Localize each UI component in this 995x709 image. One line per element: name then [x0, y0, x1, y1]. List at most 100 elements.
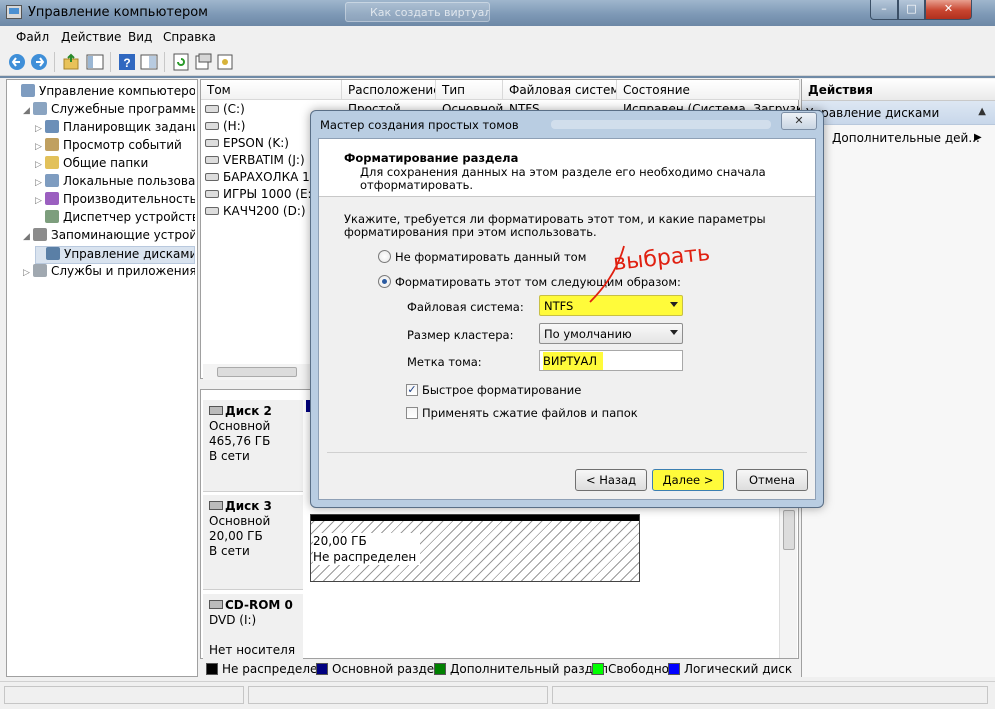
tree-item-label: Управление компьютером (л: [39, 84, 195, 98]
legend-item: Логический диск: [668, 662, 792, 676]
cancel-button[interactable]: Отмена: [736, 469, 808, 491]
table-cell: EPSON (K:): [223, 136, 289, 150]
tree-item[interactable]: ◢ Запоминающие устройст: [23, 228, 195, 246]
cluster-size-select[interactable]: По умолчанию: [539, 323, 683, 344]
up-folder-icon[interactable]: [62, 53, 80, 71]
column-header-filesystem[interactable]: Файловая система: [503, 80, 617, 100]
tree-item[interactable]: ▷ Производительность: [35, 192, 195, 210]
back-button[interactable]: < Назад: [575, 469, 647, 491]
radio-format[interactable]: [378, 275, 391, 288]
folder-icon: [45, 156, 59, 169]
tree-item-label: Локальные пользовате: [63, 174, 195, 188]
menu-file[interactable]: Файл: [16, 30, 49, 44]
menu-bar: Файл Действие Вид Справка: [0, 26, 995, 48]
tree-item-label: Управление дисками: [64, 247, 195, 261]
cdrom-label[interactable]: CD-ROM 0 DVD (I:) Нет носителя: [203, 594, 303, 660]
minimize-button[interactable]: –: [870, 0, 898, 20]
services-icon: [33, 264, 47, 277]
table-cell: (C:): [223, 102, 245, 116]
expand-toggle-icon[interactable]: ▷: [35, 142, 45, 152]
tree-item-label: Планировщик заданий: [63, 120, 195, 134]
menu-help[interactable]: Справка: [163, 30, 216, 44]
vertical-scrollbar[interactable]: [779, 490, 797, 658]
expand-toggle-icon[interactable]: ▷: [35, 124, 45, 134]
dialog-subheading: Для сохранения данных на этом разделе ег…: [360, 165, 766, 192]
expand-toggle-icon[interactable]: ◢: [23, 232, 33, 242]
export-icon[interactable]: [194, 53, 212, 71]
drive-icon: [205, 156, 219, 164]
tree-item-label: Служебные программы: [51, 102, 195, 116]
menu-view[interactable]: Вид: [128, 30, 152, 44]
actions-section-disk-management[interactable]: Управление дисками ▲: [802, 101, 995, 125]
forward-arrow-icon[interactable]: [30, 53, 48, 71]
column-header-volume[interactable]: Том: [201, 80, 342, 100]
close-button[interactable]: ✕: [925, 0, 972, 20]
disk-3-label[interactable]: Диск 3 Основной 20,00 ГБ В сети: [203, 495, 303, 590]
expand-toggle-icon[interactable]: ◢: [23, 106, 33, 116]
next-button[interactable]: Далее >: [652, 469, 724, 491]
window-title: Управление компьютером: [28, 5, 208, 20]
clock-icon: [45, 120, 59, 133]
title-bar[interactable]: Управление компьютером Как создать вирту…: [0, 0, 995, 26]
tree-item[interactable]: ▷ Локальные пользовате: [35, 174, 195, 192]
unallocated-partition[interactable]: 20,00 ГБ Не распределен: [310, 514, 640, 582]
tree-item-label: Диспетчер устройств: [63, 210, 195, 224]
actions-header: Действия: [802, 79, 995, 101]
volume-label-input[interactable]: ВИРТУАЛ: [539, 350, 683, 371]
volume-label-label: Метка тома:: [407, 355, 482, 369]
tree-item-label: Запоминающие устройст: [51, 228, 195, 242]
dialog-header: Форматирование раздела Для сохранения да…: [319, 139, 815, 197]
more-actions-link[interactable]: Дополнительные дей...: [832, 131, 980, 145]
tree-item[interactable]: Управление компьютером (л: [11, 84, 195, 102]
cluster-size-label: Размер кластера:: [407, 328, 514, 342]
svg-text:выбрать: выбрать: [612, 241, 711, 276]
expand-toggle-icon[interactable]: ▷: [35, 178, 45, 188]
show-hide-tree-icon[interactable]: [86, 53, 104, 71]
dialog-heading: Форматирование раздела: [344, 151, 519, 165]
event-viewer-icon: [45, 138, 59, 151]
legend-label: Дополнительный раздел: [450, 662, 608, 676]
tree-item[interactable]: ▷ Общие папки: [35, 156, 195, 174]
help-icon[interactable]: ?: [118, 53, 136, 71]
settings-icon[interactable]: [216, 53, 234, 71]
submenu-arrow-icon: ▶: [974, 132, 982, 143]
column-header-status[interactable]: Состояние: [617, 80, 800, 100]
performance-icon: [45, 192, 59, 205]
maximize-button[interactable]: □: [898, 0, 925, 20]
menu-action[interactable]: Действие: [61, 30, 121, 44]
legend-item: Свободно: [592, 662, 669, 676]
expand-toggle-icon[interactable]: ▷: [35, 160, 45, 170]
legend-item: Дополнительный раздел: [434, 662, 608, 676]
properties-icon[interactable]: [140, 53, 158, 71]
tree-item-label: Общие папки: [63, 156, 149, 170]
chevron-down-icon: [670, 330, 678, 335]
dialog-body: Форматирование раздела Для сохранения да…: [318, 138, 816, 500]
table-cell: КАЧЧ200 (D:): [223, 204, 306, 218]
table-cell: (H:): [223, 119, 246, 133]
compression-checkbox[interactable]: [406, 407, 418, 419]
disk-2-label[interactable]: Диск 2 Основной 465,76 ГБ В сети: [203, 400, 303, 492]
radio-no-format[interactable]: [378, 250, 391, 263]
tree-item[interactable]: ▷ Службы и приложения: [23, 264, 195, 282]
expand-toggle-icon[interactable]: ▷: [35, 196, 45, 206]
cdrom-icon: [209, 600, 223, 609]
tree-item[interactable]: Диспетчер устройств: [35, 210, 195, 228]
expand-toggle-icon[interactable]: ▷: [23, 268, 33, 278]
quick-format-checkbox[interactable]: ✓: [406, 384, 418, 396]
compression-label: Применять сжатие файлов и папок: [422, 406, 638, 420]
drive-icon: [205, 139, 219, 147]
tree-item[interactable]: ▷ Планировщик заданий: [35, 120, 195, 138]
back-arrow-icon[interactable]: [8, 53, 26, 71]
tree-item[interactable]: ◢ Служебные программы: [23, 102, 195, 120]
legend-item: Основной раздел: [316, 662, 442, 676]
background-window-tab[interactable]: Как создать виртуальны...: [345, 2, 490, 22]
collapse-up-icon: ▲: [978, 106, 986, 117]
legend-label: Основной раздел: [332, 662, 442, 676]
tree-item[interactable]: Управление дисками: [35, 246, 195, 264]
tree-item[interactable]: ▷ Просмотр событий: [35, 138, 195, 156]
horizontal-scrollbar[interactable]: [203, 364, 313, 380]
column-header-type[interactable]: Тип: [436, 80, 503, 100]
dialog-close-button[interactable]: ✕: [781, 112, 817, 130]
column-header-layout[interactable]: Расположение: [342, 80, 436, 100]
refresh-icon[interactable]: [172, 53, 190, 71]
